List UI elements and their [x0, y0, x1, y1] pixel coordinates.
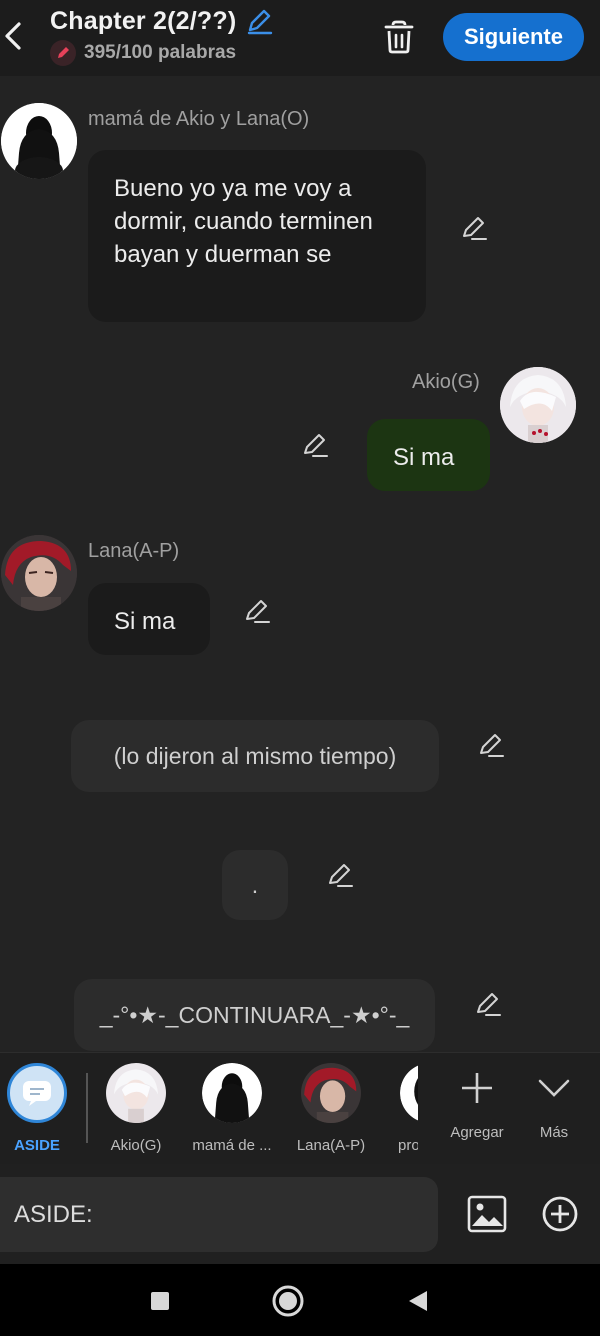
divider — [86, 1073, 88, 1143]
edit-aside-icon[interactable] — [474, 990, 502, 1018]
next-button[interactable]: Siguiente — [443, 13, 584, 61]
avatar-akio[interactable] — [500, 367, 576, 443]
add-circle-icon[interactable] — [540, 1194, 580, 1234]
home-icon[interactable] — [271, 1284, 305, 1318]
message-bubble[interactable]: Si ma — [367, 419, 490, 491]
edit-aside-icon[interactable] — [326, 861, 354, 889]
back-button[interactable] — [0, 14, 26, 58]
avatar-mama[interactable] — [1, 103, 77, 179]
title-area: Chapter 2(2/??) 395/100 palabras — [50, 6, 274, 66]
add-label: Agregar — [450, 1124, 504, 1141]
image-icon[interactable] — [466, 1194, 508, 1234]
edit-message-icon[interactable] — [460, 214, 488, 242]
word-count: 395/100 palabras — [84, 42, 237, 63]
avatar-lana[interactable] — [1, 535, 77, 611]
recents-icon[interactable] — [145, 1286, 175, 1316]
character-name: mamá de ... — [192, 1137, 272, 1154]
top-bar: Chapter 2(2/??) 395/100 palabras Siguien… — [0, 0, 600, 76]
more-button[interactable]: Más — [514, 1063, 594, 1141]
system-navigation-bar — [0, 1264, 600, 1336]
edit-title-icon[interactable] — [244, 6, 274, 36]
edit-message-icon[interactable] — [301, 431, 329, 459]
aside-bubble[interactable]: (lo dijeron al mismo tiempo) — [71, 720, 439, 792]
add-character-button[interactable]: Agregar — [437, 1063, 517, 1141]
character-name: Akio(G) — [110, 1137, 162, 1154]
speaker-name: Akio(G) — [412, 371, 480, 393]
message-bubble[interactable]: Si ma — [88, 583, 210, 655]
avatar — [400, 1063, 418, 1123]
avatar — [106, 1063, 166, 1123]
aside-bubble[interactable]: . — [222, 850, 288, 920]
avatar — [301, 1063, 361, 1123]
character-akio[interactable]: Akio(G) — [91, 1063, 181, 1154]
avatar — [202, 1063, 262, 1123]
character-mama[interactable]: mamá de ... — [187, 1063, 277, 1154]
message-bubble[interactable]: Bueno yo ya me voy a dormir, cuando term… — [88, 150, 426, 322]
chevron-down-icon — [538, 1079, 570, 1097]
aside-input[interactable]: ASIDE: — [0, 1177, 438, 1252]
character-lana[interactable]: Lana(A-P) — [286, 1063, 376, 1154]
edit-aside-icon[interactable] — [477, 731, 505, 759]
speaker-name: Lana(A-P) — [88, 540, 180, 562]
character-partial[interactable]: pro — [380, 1063, 418, 1154]
composer: ASIDE: — [0, 1164, 600, 1264]
character-name: Lana(A-P) — [296, 1137, 366, 1154]
character-name: ASIDE — [14, 1137, 60, 1154]
character-bar: ASIDE Akio(G) mamá de ... Lana(A-P) pro … — [0, 1052, 600, 1164]
speaker-name: mamá de Akio y Lana(O) — [88, 108, 310, 130]
character-aside[interactable]: ASIDE — [0, 1063, 82, 1154]
trash-icon[interactable] — [380, 18, 418, 56]
edit-message-icon[interactable] — [243, 597, 271, 625]
pencil-badge-icon — [50, 40, 76, 66]
chevron-left-icon — [5, 22, 21, 50]
character-name: pro — [398, 1137, 418, 1154]
chat-bubble-icon — [7, 1063, 67, 1123]
plus-icon — [462, 1073, 492, 1103]
more-label: Más — [539, 1124, 569, 1141]
back-nav-icon[interactable] — [403, 1286, 433, 1316]
aside-bubble[interactable]: _-°•★-_CONTINUARA_-★•°-_ — [74, 979, 435, 1051]
chapter-title: Chapter 2(2/??) — [50, 6, 237, 35]
